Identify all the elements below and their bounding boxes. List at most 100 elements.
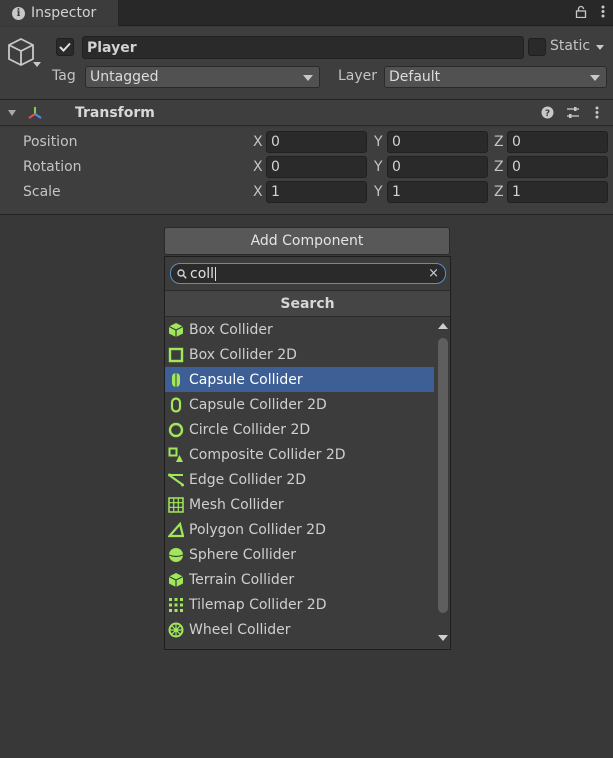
layer-dropdown[interactable]: Default (384, 66, 607, 88)
tag-value: Untagged (90, 69, 159, 85)
transform-title: Transform (75, 105, 155, 121)
list-item-label: Sphere Collider (189, 546, 297, 563)
list-item-label: Edge Collider 2D (189, 471, 307, 488)
active-checkbox[interactable] (56, 38, 74, 56)
list-item-composite-collider-2d[interactable]: Composite Collider 2D (165, 442, 434, 467)
mesh-collider-icon (167, 496, 185, 514)
rotation-label: Rotation (23, 159, 82, 175)
list-item-capsule-collider-2d[interactable]: Capsule Collider 2D (165, 392, 434, 417)
rotation-x-field[interactable]: 0 (266, 156, 367, 178)
component-menu-icon[interactable] (595, 106, 599, 123)
list-item-box-collider[interactable]: Box Collider (165, 317, 434, 342)
axis-x-label: X (253, 134, 263, 150)
scale-x-field[interactable]: 1 (266, 181, 367, 203)
list-item-sphere-collider[interactable]: Sphere Collider (165, 542, 434, 567)
edge-collider-2d-icon (167, 471, 185, 489)
list-item-label: Polygon Collider 2D (189, 521, 326, 538)
circle-collider-2d-icon (167, 421, 185, 439)
foldout-arrow-icon[interactable] (8, 110, 16, 116)
wheel-collider-icon (167, 621, 185, 639)
capsule-collider-icon (167, 371, 185, 389)
position-x-field[interactable]: 0 (266, 131, 367, 153)
position-label: Position (23, 134, 78, 150)
list-item-label: Capsule Collider 2D (189, 396, 327, 413)
list-item-mesh-collider[interactable]: Mesh Collider (165, 492, 434, 517)
list-item-tilemap-collider-2d[interactable]: Tilemap Collider 2D (165, 592, 434, 617)
scrollbar-thumb[interactable] (438, 338, 448, 613)
rotation-y-field[interactable]: 0 (387, 156, 488, 178)
transform-body: Position X 0 Y 0 Z 0 Rotation X 0 Y 0 Z … (0, 127, 613, 215)
scale-label: Scale (23, 184, 61, 200)
list-item-wheel-collider[interactable]: Wheel Collider (165, 617, 434, 642)
axis-x-label: X (253, 159, 263, 175)
scale-z-value: 1 (512, 184, 521, 200)
gameobject-header: Player Static Tag Untagged Layer Default (0, 27, 613, 100)
static-label: Static (550, 38, 591, 54)
list-item-capsule-collider[interactable]: Capsule Collider (165, 367, 434, 392)
box-collider-2d-icon (167, 346, 185, 364)
tag-dropdown[interactable]: Untagged (85, 66, 320, 88)
list-item-label: Box Collider (189, 321, 273, 338)
box-collider-icon (167, 321, 185, 339)
rotation-x-value: 0 (271, 159, 280, 175)
position-y-field[interactable]: 0 (387, 131, 488, 153)
gameobject-name-field[interactable]: Player (82, 36, 524, 59)
rotation-y-value: 0 (392, 159, 401, 175)
position-z-value: 0 (512, 134, 521, 150)
scale-z-field[interactable]: 1 (507, 181, 608, 203)
layer-value: Default (389, 69, 441, 85)
tab-tools (575, 0, 605, 26)
search-value: coll (190, 265, 215, 282)
more-options-icon[interactable] (601, 5, 605, 22)
search-header: Search (165, 290, 450, 317)
list-item-circle-collider-2d[interactable]: Circle Collider 2D (165, 417, 434, 442)
list-item-label: Circle Collider 2D (189, 421, 311, 438)
axis-z-label: Z (494, 159, 504, 175)
rotation-z-field[interactable]: 0 (507, 156, 608, 178)
gameobject-cube-icon[interactable] (6, 37, 36, 71)
static-checkbox[interactable] (528, 38, 546, 56)
list-item-label: Wheel Collider (189, 621, 291, 638)
transform-header[interactable]: Transform ? (0, 100, 613, 126)
polygon-collider-2d-icon (167, 521, 185, 539)
list-item-box-collider-2d[interactable]: Box Collider 2D (165, 342, 434, 367)
lock-icon[interactable] (575, 5, 587, 22)
tab-title: Inspector (31, 5, 97, 21)
help-icon[interactable]: ? (541, 106, 554, 123)
icon-dropdown-caret-icon[interactable] (33, 62, 41, 67)
composite-collider-2d-icon (167, 446, 185, 464)
list-item-label: Composite Collider 2D (189, 446, 346, 463)
tab-bar: i Inspector (0, 0, 613, 26)
tab-inspector[interactable]: i Inspector (0, 0, 119, 26)
rotation-z-value: 0 (512, 159, 521, 175)
add-component-button[interactable]: Add Component (164, 227, 450, 255)
list-item-label: Terrain Collider (189, 571, 295, 588)
scroll-up-arrow-icon[interactable] (438, 323, 448, 329)
scale-x-value: 1 (271, 184, 280, 200)
tilemap-collider-2d-icon (167, 596, 185, 614)
static-dropdown-caret-icon[interactable] (596, 45, 604, 50)
text-cursor (215, 266, 217, 281)
axis-y-label: Y (374, 184, 383, 200)
chevron-down-icon (303, 75, 313, 81)
list-item-label: Mesh Collider (189, 496, 284, 513)
list-item-polygon-collider-2d[interactable]: Polygon Collider 2D (165, 517, 434, 542)
component-search-input[interactable]: coll × (170, 263, 446, 284)
list-item-terrain-collider[interactable]: Terrain Collider (165, 567, 434, 592)
list-item-edge-collider-2d[interactable]: Edge Collider 2D (165, 467, 434, 492)
list-item-label: Tilemap Collider 2D (189, 596, 327, 613)
position-x-value: 0 (271, 134, 280, 150)
position-z-field[interactable]: 0 (507, 131, 608, 153)
scroll-down-arrow-icon[interactable] (438, 635, 448, 641)
search-header-label: Search (280, 295, 335, 312)
position-y-value: 0 (392, 134, 401, 150)
axis-z-label: Z (494, 184, 504, 200)
capsule-collider-2d-icon (167, 396, 185, 414)
preset-sliders-icon[interactable] (566, 106, 580, 123)
clear-search-icon[interactable]: × (428, 266, 439, 281)
axis-y-label: Y (374, 159, 383, 175)
scale-y-field[interactable]: 1 (387, 181, 488, 203)
sphere-collider-icon (167, 546, 185, 564)
transform-icon (26, 105, 44, 125)
list-item-label: Capsule Collider (189, 371, 303, 388)
